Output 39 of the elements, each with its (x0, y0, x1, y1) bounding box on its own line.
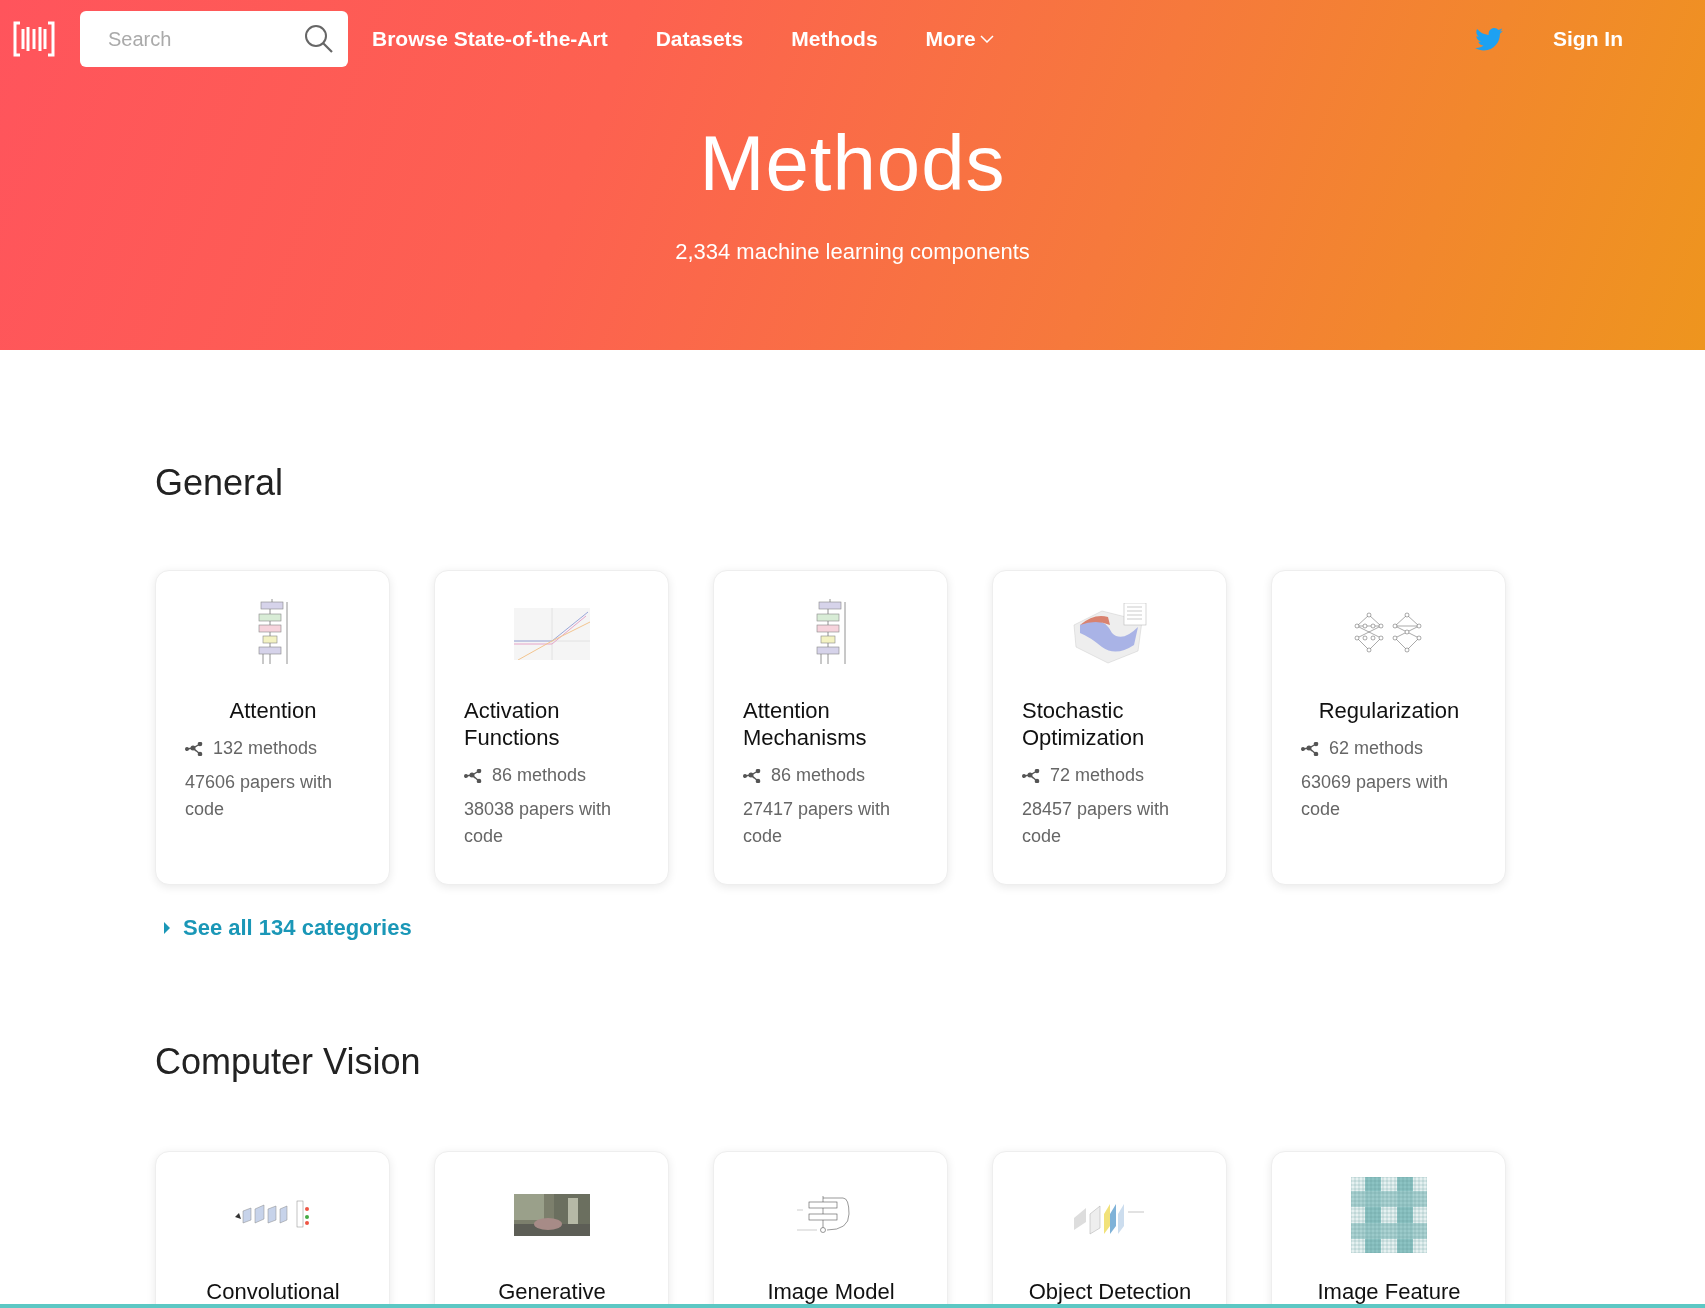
papers-count: 63069 papers with code (1301, 771, 1450, 821)
category-card[interactable]: Attention Mechanisms 86 methods 27417 papers with code (713, 570, 948, 885)
category-card[interactable]: Activation Functions 86 methods 38038 papers with code (434, 570, 669, 885)
papers-count: 47606 papers with code (185, 771, 334, 821)
papers-count: 27417 papers with code (743, 798, 892, 848)
methods-count: 72 methods (1050, 765, 1145, 786)
network-icon (185, 741, 203, 756)
category-card[interactable]: Stochastic Optimization 72 methods 28457 papers with code (992, 570, 1227, 885)
network-icon (464, 768, 482, 783)
methods-count: 62 methods (1329, 738, 1424, 759)
methods-count: 132 methods (213, 738, 318, 759)
card-title: Stochastic Optimization (1022, 697, 1146, 751)
methods-count: 86 methods (492, 765, 587, 786)
caret-icon (979, 35, 994, 43)
methods-count: 86 methods (771, 765, 866, 786)
card-title: Activation Functions (464, 697, 561, 751)
category-card[interactable]: Attention 132 methods 47606 papers with code (155, 570, 390, 885)
card-title: Image Model (767, 1278, 895, 1305)
card-title: Attention (229, 697, 317, 724)
section-heading: General (155, 462, 285, 504)
network-icon (1022, 768, 1040, 783)
caret-icon (163, 921, 171, 935)
card-title: Object Detection (1028, 1278, 1192, 1305)
category-card[interactable]: Regularization 62 methods 63069 papers with code (1271, 570, 1506, 885)
network-icon (1301, 741, 1319, 756)
card-title: Attention Mechanisms (743, 697, 868, 751)
card-title: Convolutional (206, 1278, 340, 1305)
papers-count: 38038 papers with code (464, 798, 613, 848)
card-title: Image Feature (1317, 1278, 1461, 1305)
search-field[interactable]: Search (80, 11, 348, 67)
search-icon[interactable] (304, 24, 334, 54)
logo-icon[interactable] (12, 19, 56, 59)
section-heading: Computer Vision (155, 1041, 422, 1083)
network-icon (743, 768, 761, 783)
page-subtitle: 2,334 machine learning components (674, 239, 1031, 265)
card-title: Generative (498, 1278, 606, 1305)
card-title: Regularization (1318, 697, 1460, 724)
papers-count: 28457 papers with code (1022, 798, 1171, 848)
page-title: Methods (698, 118, 1007, 209)
